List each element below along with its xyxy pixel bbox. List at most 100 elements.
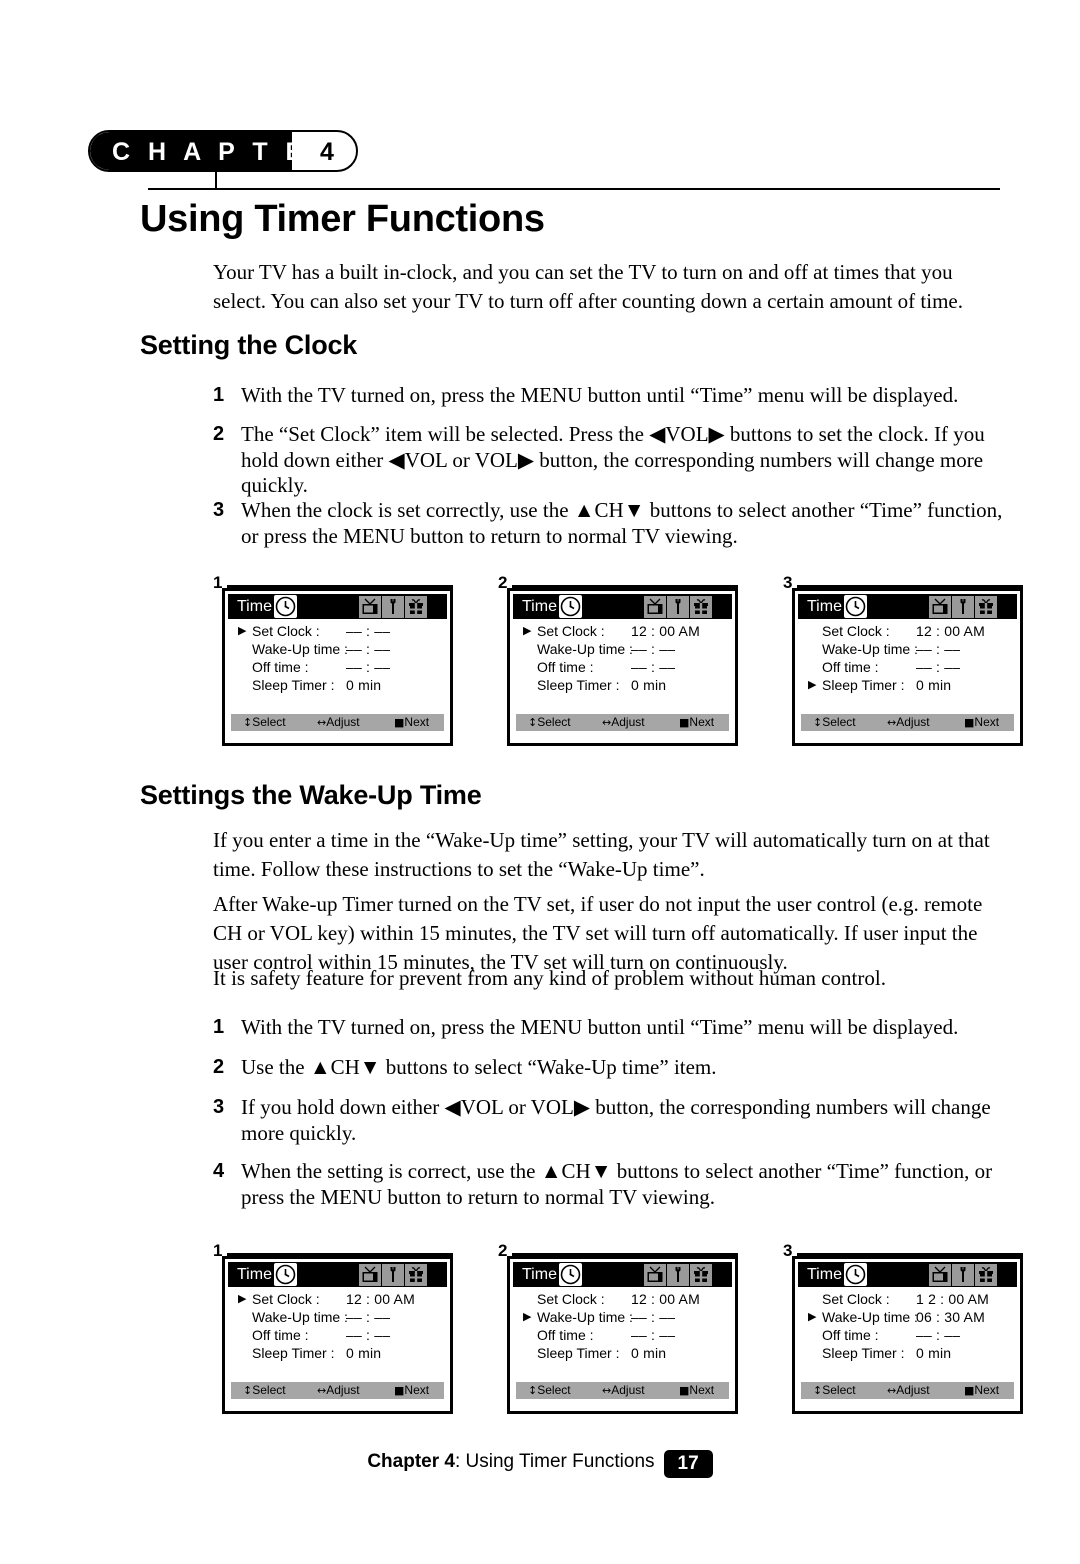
osd-screen: Time <box>507 1256 738 1414</box>
osd-row-off-time[interactable]: Off time : –– : –– <box>798 658 1017 676</box>
osd-icon-strip <box>559 595 712 618</box>
osd-row-wakeup-time[interactable]: Wake-Up time : –– : –– <box>228 1308 447 1326</box>
wrench-icon[interactable] <box>667 1263 689 1286</box>
osd-row-sleep-timer[interactable]: Sleep Timer : 0 min <box>798 1344 1017 1362</box>
osd-figure-wakeup-1: 1 Time ▶ Set Clock: 12: 00 AM Wake-Up … <box>213 1241 453 1415</box>
osd-hint-next: ■Next <box>964 1382 999 1399</box>
wakeup-paragraph-3: It is safety feature for prevent from an… <box>213 966 886 990</box>
osd-row-label: Wake-Up time : <box>252 641 348 657</box>
osd-row-value: 0 min <box>631 677 667 693</box>
gift-icon[interactable] <box>405 595 427 618</box>
osd-row-set-clock[interactable]: Set Clock : 1 2 : 00 AM <box>798 1290 1017 1308</box>
clock-step-1-number: 1 <box>213 384 225 406</box>
clock-step-2: 2 The “Set Clock” item will be selected.… <box>213 422 1003 499</box>
osd-row-set-clock[interactable]: Set Clock : 12 : 00 AM <box>798 622 1017 640</box>
osd-row-off-time[interactable]: Off time : –– : –– <box>513 658 732 676</box>
osd-hint-bar: ↕Select ↔Adjust ■Next <box>231 714 444 731</box>
osd-row-value: 12 : 00 AM <box>631 1291 700 1307</box>
tv-icon[interactable] <box>359 1263 381 1286</box>
wrench-icon[interactable] <box>382 1263 404 1286</box>
osd-row-sleep-timer[interactable]: Sleep Timer : 0 min <box>513 1344 732 1362</box>
osd-cursor-icon: ▶ <box>808 1311 817 1323</box>
osd-row-value: 0 min <box>346 1345 382 1361</box>
osd-row-wakeup-time[interactable]: Wake-Up time : –– : –– <box>228 640 447 658</box>
osd-row-off-time[interactable]: Off time : –– : –– <box>228 658 447 676</box>
clock-icon[interactable] <box>274 1263 297 1286</box>
osd-hint-bar: ↕Select ↔Adjust ■Next <box>516 714 729 731</box>
wrench-icon[interactable] <box>952 1263 974 1286</box>
osd-menu-title: Time <box>807 598 842 615</box>
wakeup-step-1-text: With the TV turned on, press the MENU bu… <box>241 1015 959 1039</box>
wrench-icon[interactable] <box>667 595 689 618</box>
osd-inner: Time <box>513 594 732 740</box>
osd-title-bar: Time <box>513 1262 732 1287</box>
gift-icon[interactable] <box>690 1263 712 1286</box>
clock-icon[interactable] <box>559 595 582 618</box>
osd-title-bar: Time <box>228 1262 447 1287</box>
osd-row-set-clock[interactable]: ▶ Set Clock : 12 : 00 AM <box>513 622 732 640</box>
clock-icon[interactable] <box>844 1263 867 1286</box>
osd-row-label: Wake-Up time : <box>252 1309 348 1325</box>
osd-row-sleep-timer[interactable]: Sleep Timer : 0 min <box>228 1344 447 1362</box>
osd-row-label: Set Clock : <box>822 1291 890 1307</box>
tv-icon[interactable] <box>929 595 951 618</box>
osd-hint-next: ■Next <box>394 1382 429 1399</box>
osd-row-set-clock[interactable]: ▶ Set Clock : 12 : 00 AM <box>228 1290 447 1308</box>
osd-row-list: Set Clock : 12 : 00 AM Wake-Up time : ––… <box>798 622 1017 694</box>
page-number-badge: 17 <box>663 1450 713 1478</box>
tv-icon[interactable] <box>644 595 666 618</box>
wakeup-step-4-text: When the setting is correct, use the ▲CH… <box>241 1159 993 1209</box>
wakeup-paragraph-1: If you enter a time in the “Wake-Up time… <box>213 828 990 881</box>
wrench-icon[interactable] <box>382 595 404 618</box>
osd-hint-adjust: ↔Adjust <box>602 1382 645 1399</box>
osd-menu-title: Time <box>807 1266 842 1283</box>
osd-row-value: –– : –– <box>631 1309 676 1325</box>
osd-row-off-time[interactable]: Off time : –– : –– <box>228 1326 447 1344</box>
osd-figure-wakeup-3: 3 Time Set Clock: 1 2: 00 AM ▶ Wake-Up… <box>783 1241 1023 1415</box>
osd-row-label: Sleep Timer : <box>822 677 905 693</box>
osd-row-off-time[interactable]: Off time : –– : –– <box>798 1326 1017 1344</box>
osd-row-wakeup-time[interactable]: Wake-Up time : –– : –– <box>798 640 1017 658</box>
osd-row-off-time[interactable]: Off time : –– : –– <box>513 1326 732 1344</box>
page-footer: Chapter 4: Using Timer Functions 17 <box>0 1450 1080 1478</box>
osd-row-label: Sleep Timer : <box>252 677 335 693</box>
osd-row-set-clock[interactable]: ▶ Set Clock : –– : –– <box>228 622 447 640</box>
osd-row-value: 0 min <box>631 1345 667 1361</box>
osd-row-set-clock[interactable]: Set Clock : 12 : 00 AM <box>513 1290 732 1308</box>
chapter-badge-pill: C H A P T E R 4 <box>88 130 358 172</box>
up-down-arrow-icon: ↕ <box>243 1384 253 1397</box>
gift-icon[interactable] <box>975 595 997 618</box>
osd-row-sleep-timer[interactable]: Sleep Timer : 0 min <box>513 676 732 694</box>
tv-icon[interactable] <box>929 1263 951 1286</box>
chapter-stem <box>215 168 217 190</box>
osd-row-value: 06 : 30 AM <box>916 1309 985 1325</box>
osd-row-sleep-timer[interactable]: ▶ Sleep Timer : 0 min <box>798 676 1017 694</box>
wakeup-step-1: 1 With the TV turned on, press the MENU … <box>213 1015 1003 1041</box>
osd-row-wakeup-time[interactable]: Wake-Up time : –– : –– <box>513 640 732 658</box>
document-page: C H A P T E R 4 Using Timer Functions Yo… <box>0 0 1080 1564</box>
clock-icon[interactable] <box>844 595 867 618</box>
osd-hint-next: ■Next <box>394 714 429 731</box>
clock-icon[interactable] <box>559 1263 582 1286</box>
gift-icon[interactable] <box>690 595 712 618</box>
clock-step-2-text: The “Set Clock” item will be selected. P… <box>241 422 985 497</box>
gift-icon[interactable] <box>975 1263 997 1286</box>
gift-icon[interactable] <box>405 1263 427 1286</box>
osd-row-sleep-timer[interactable]: Sleep Timer : 0 min <box>228 676 447 694</box>
osd-hint-next-label: Next <box>689 1383 715 1397</box>
tv-icon[interactable] <box>359 595 381 618</box>
osd-row-value: –– : –– <box>916 1327 961 1343</box>
osd-row-wakeup-time[interactable]: ▶ Wake-Up time : –– : –– <box>513 1308 732 1326</box>
osd-row-wakeup-time[interactable]: ▶ Wake-Up time : 06 : 30 AM <box>798 1308 1017 1326</box>
osd-hint-adjust-label: Adjust <box>611 1383 645 1397</box>
osd-hint-next-label: Next <box>974 1383 1000 1397</box>
clock-icon[interactable] <box>274 595 297 618</box>
osd-row-label: Wake-Up time : <box>537 1309 633 1325</box>
osd-hint-bar: ↕Select ↔Adjust ■Next <box>516 1382 729 1399</box>
osd-hint-select: ↕Select <box>813 714 856 731</box>
osd-row-label: Off time : <box>822 659 879 675</box>
osd-hint-adjust: ↔Adjust <box>317 1382 360 1399</box>
wrench-icon[interactable] <box>952 595 974 618</box>
tv-icon[interactable] <box>644 1263 666 1286</box>
wakeup-step-2: 2 Use the ▲CH▼ buttons to select “Wake-U… <box>213 1055 1003 1081</box>
